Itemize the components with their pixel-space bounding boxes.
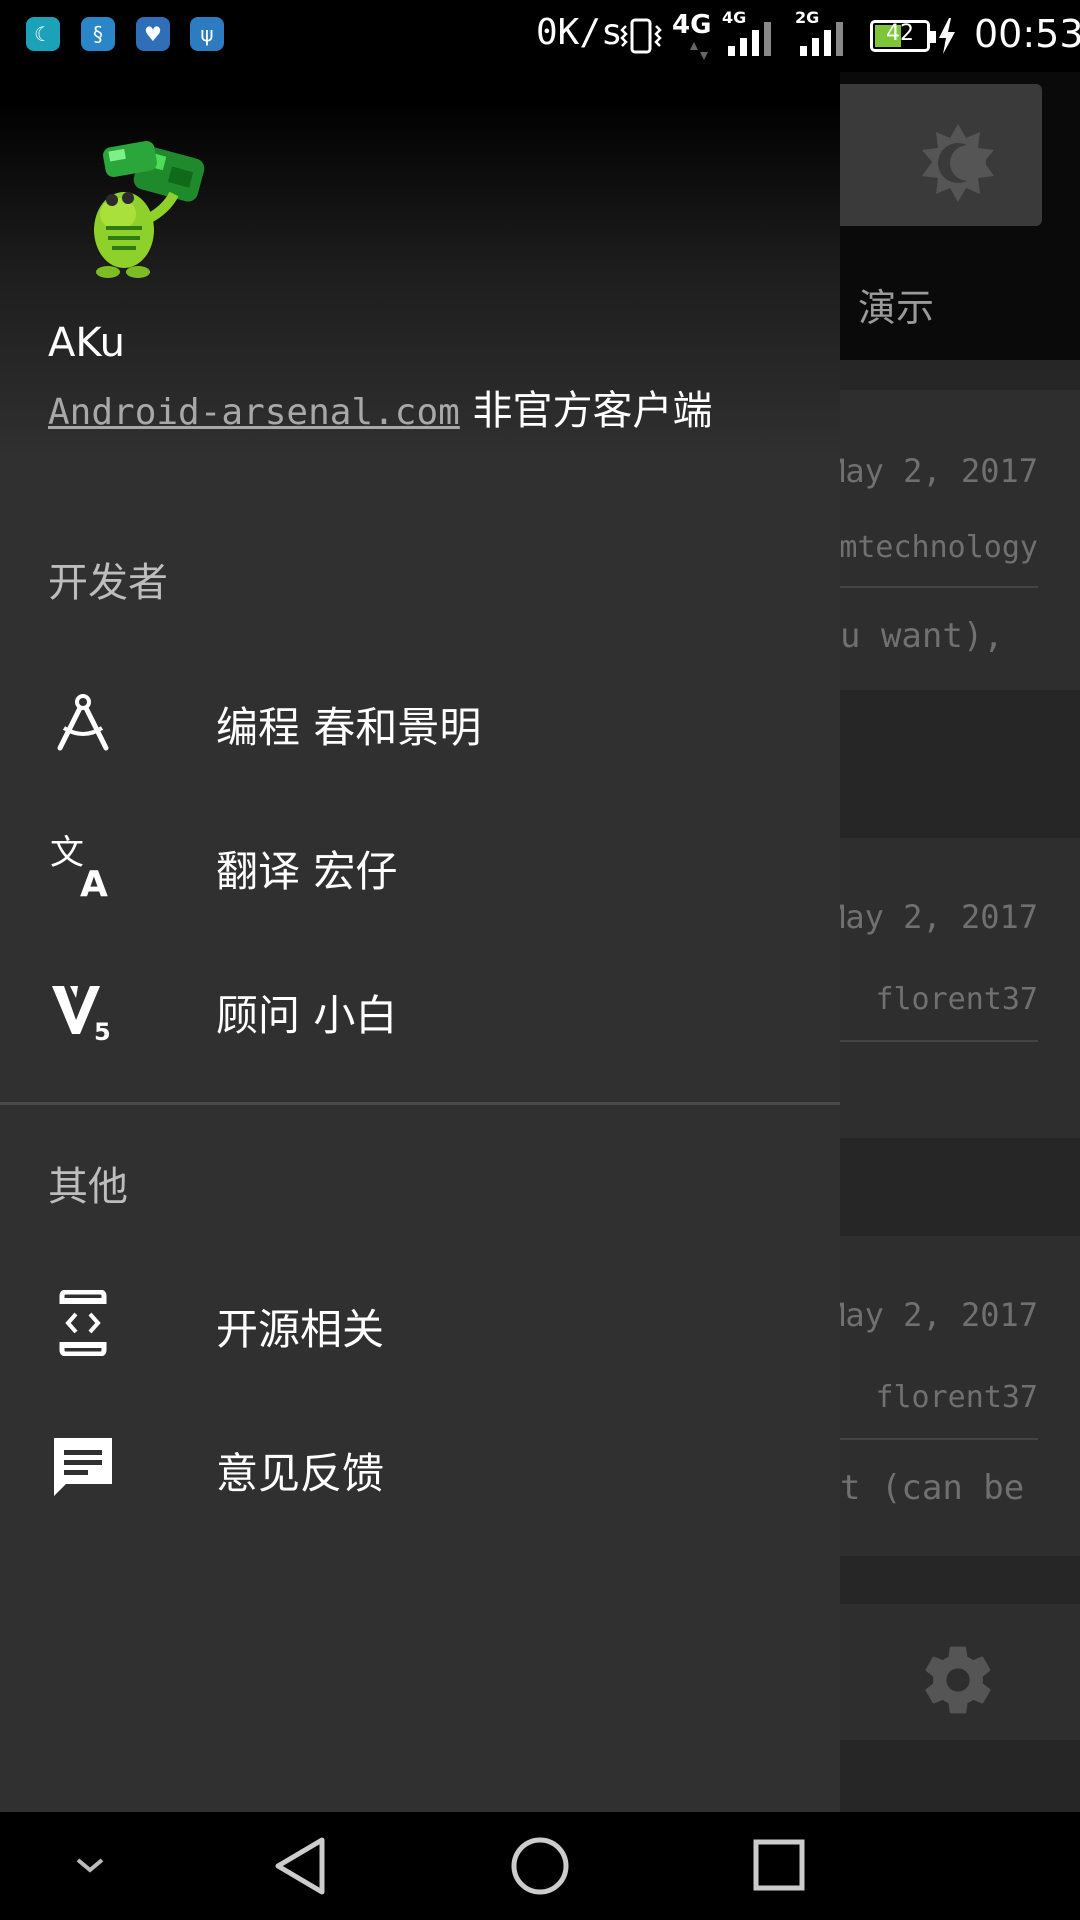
compass-icon [57, 694, 109, 751]
menu-item-label: 顾问 小白 [216, 991, 398, 1040]
list-item[interactable]: May 2, 2017 florent37 t (can be [820, 1236, 1080, 1556]
list-item[interactable]: May 2, 2017 mtechnology u want), [820, 390, 1080, 690]
navigation-bar [0, 1812, 1080, 1920]
translate-icon: 文 A [50, 833, 108, 898]
card-author: mtechnology [839, 530, 1038, 565]
menu-item-programming[interactable]: 编程 春和景明 [0, 648, 840, 792]
card-date: May 2, 2017 [826, 1296, 1038, 1334]
swirl-icon: § [81, 17, 115, 51]
svg-text:文: 文 [50, 833, 84, 873]
menu-item-open-source[interactable]: 开源相关 [0, 1250, 840, 1394]
menu-item-advisor[interactable]: 5 顾问 小白 [0, 936, 840, 1080]
battery-icon: 42 [870, 20, 936, 52]
site-link[interactable]: Android-arsenal.com [48, 392, 460, 433]
card-divider [820, 1438, 1038, 1440]
card-divider [820, 586, 1038, 588]
section-developers: 开发者 [48, 560, 168, 606]
card-description: u want), [840, 616, 1004, 656]
vibrate-icon [620, 18, 662, 54]
drawer-subtitle: Android-arsenal.com 非官方客户端 [48, 378, 713, 436]
menu-item-feedback[interactable]: 意见反馈 [0, 1394, 840, 1538]
signal-icon-1 [728, 22, 771, 56]
charging-icon [939, 18, 955, 54]
card-author: florent37 [875, 1380, 1038, 1415]
battery-level: 42 [886, 21, 914, 46]
menu-item-translation[interactable]: 文 A 翻译 宏仔 [0, 792, 840, 936]
list-item[interactable]: May 2, 2017 florent37 [820, 838, 1080, 1138]
data-arrows-icon [690, 42, 708, 60]
settings-icon[interactable] [918, 1640, 998, 1720]
v5-icon: 5 [52, 986, 111, 1042]
heart-monitor-icon: ♥ [136, 17, 170, 51]
site-suffix: 非官方客户端 [459, 388, 713, 434]
screen: ☾ § ♥ ψ 0K/s 4G 4G 2G 42 00:53 演示 May 2,… [0, 0, 1080, 1920]
card-date: May 2, 2017 [826, 898, 1038, 936]
navigation-drawer: AKu Android-arsenal.com 非官方客户端 开发者 编程 春和… [0, 0, 840, 1812]
menu-item-label: 翻译 宏仔 [216, 847, 398, 896]
chevron-down-icon[interactable] [60, 1812, 120, 1920]
svg-text:A: A [80, 864, 108, 898]
menu-item-label: 意见反馈 [216, 1449, 385, 1498]
recents-icon[interactable] [740, 1812, 820, 1920]
net-speed: 0K/s [536, 12, 623, 53]
signal-icon-2 [800, 22, 843, 56]
usb-icon: ψ [190, 17, 224, 51]
feedback-icon [54, 1438, 112, 1496]
avatar[interactable] [66, 132, 216, 282]
section-other: 其他 [48, 1164, 128, 1210]
theme-toggle-icon[interactable] [918, 124, 998, 204]
card-author: florent37 [875, 982, 1038, 1017]
tab-demo[interactable]: 演示 [858, 277, 934, 332]
menu-item-label: 编程 春和景明 [216, 703, 482, 752]
home-icon[interactable] [500, 1812, 580, 1920]
card-description: t (can be [840, 1468, 1025, 1508]
back-icon[interactable] [260, 1812, 340, 1920]
clock: 00:53 [974, 12, 1080, 56]
svg-text:5: 5 [94, 1018, 111, 1042]
menu-item-label: 开源相关 [216, 1305, 385, 1354]
network-type-1: 4G [672, 10, 712, 40]
drawer-divider [0, 1102, 840, 1105]
card-date: May 2, 2017 [826, 452, 1038, 490]
card-divider [820, 1040, 1038, 1042]
moon-icon: ☾ [26, 17, 60, 51]
open-source-icon [59, 1290, 107, 1356]
user-name: AKu [48, 320, 125, 366]
status-bar: ☾ § ♥ ψ 0K/s 4G 4G 2G 42 00:53 [0, 0, 1080, 72]
